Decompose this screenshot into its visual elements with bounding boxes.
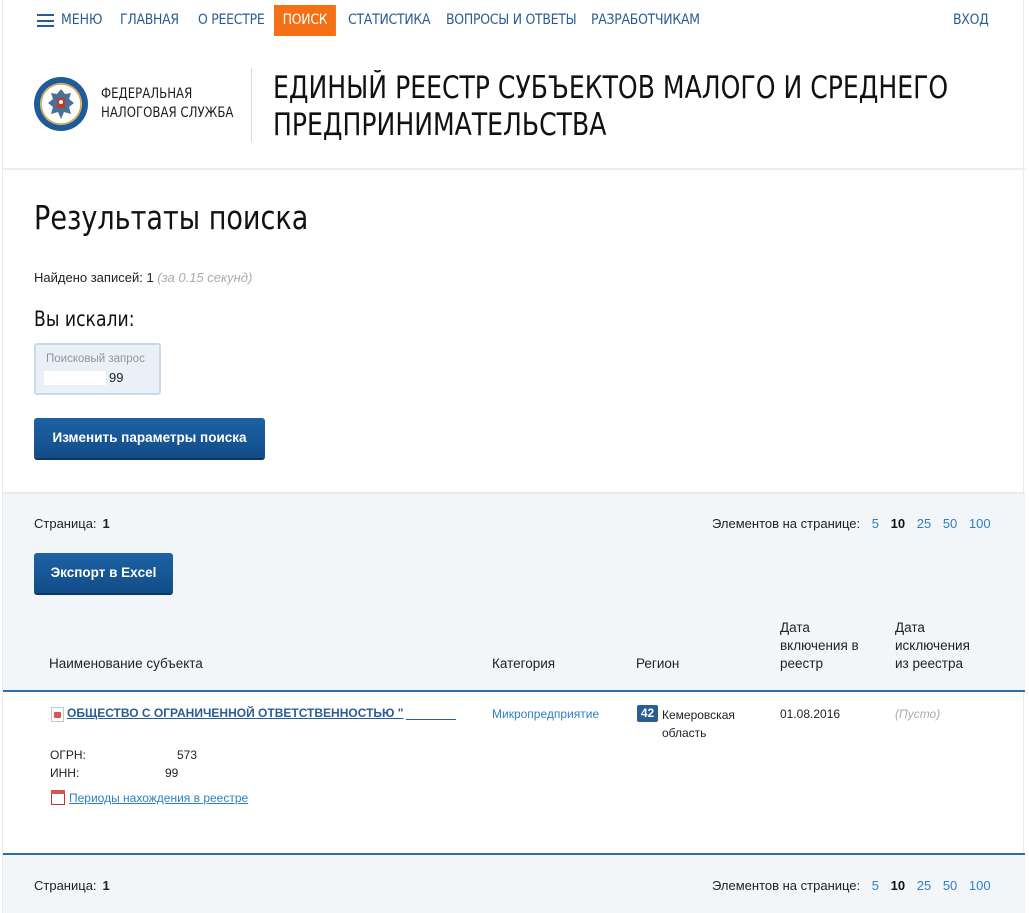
company-name-underline [406,719,456,720]
query-value: 99 [109,370,124,385]
nav-item-main[interactable]: Главная [120,5,179,36]
nav-item-search[interactable]: Поиск [274,5,337,36]
column-header-date-out[interactable]: Дата исключения из реестра [895,619,970,673]
company-name-link[interactable]: ОБЩЕСТВО С ОГРАНИЧЕННОЙ ОТВЕТСТВЕННОСТЬЮ… [67,706,403,720]
found-records: Найдено записей: 1 (за 0.15 секунд) [34,270,252,285]
per-page-option-50-bottom[interactable]: 50 [943,878,957,893]
page-title: Результаты поиска [34,198,309,237]
found-count: 1 [146,270,154,285]
pager-top: Страница: 1 [34,516,110,531]
agency-name: Федеральная налоговая служба [101,85,233,123]
per-page-label: Элементов на странице: [712,516,861,531]
search-query-chip: Поисковый запрос 99 [34,343,161,395]
per-page-bottom: Элементов на странице: 5 10 25 50 100 [712,878,991,893]
date-in-line3: реестр [780,656,823,671]
per-page-option-100[interactable]: 100 [969,516,991,531]
search-time: (за 0.15 секунд) [157,270,253,285]
menu-label: Меню [61,12,103,28]
per-page-label-bottom: Элементов на странице: [712,878,861,893]
page-number: 1 [102,516,110,531]
category-link[interactable]: Микропредприятие [492,707,599,721]
region-name: Кемеровская область [662,708,735,740]
page-number-bottom: 1 [102,878,110,893]
header-divider [251,68,252,142]
per-page-option-100-bottom[interactable]: 100 [969,878,991,893]
column-header-region[interactable]: Регион [636,655,679,673]
per-page-top: Элементов на странице: 5 10 25 50 100 [712,516,991,531]
date-out-line2: исключения [895,638,970,653]
top-navigation: Меню Главная О реестре Поиск Статистика … [3,0,1025,40]
ogrn-value: 573 [177,748,198,762]
ogrn-label: ОГРН: [50,748,86,762]
agency-name-line2: налоговая служба [101,105,234,121]
calendar-icon [51,790,65,805]
per-page-option-5[interactable]: 5 [872,516,879,531]
site-title-line1: Единый реестр субъектов малого и среднег… [273,70,949,106]
per-page-option-10-bottom: 10 [890,878,906,893]
change-search-params-button[interactable]: Изменить параметры поиска [34,418,265,458]
column-header-category[interactable]: Категория [492,655,555,673]
inn-value: 99 [165,766,179,780]
site-header: Федеральная налоговая служба Единый реес… [3,40,1025,170]
nav-item-developers[interactable]: Разработчикам [591,5,700,36]
fns-emblem-logo[interactable] [33,76,89,132]
ogrn-redaction [123,748,175,761]
per-page-option-25[interactable]: 25 [917,516,931,531]
date-in-line2: включения в [780,638,859,653]
site-title-line2: предпринимательства [273,107,607,143]
inn-redaction [113,766,163,779]
column-header-date-in[interactable]: Дата включения в реестр [780,619,859,673]
registry-periods-link[interactable]: Периоды нахождения в реестре [69,791,248,805]
per-page-option-10: 10 [890,516,906,531]
found-label: Найдено записей: [34,270,143,285]
site-title: Единый реестр субъектов малого и среднег… [273,70,948,144]
per-page-option-50[interactable]: 50 [943,516,957,531]
hamburger-icon [37,14,54,27]
company-name-redaction [406,704,456,717]
per-page-option-5-bottom[interactable]: 5 [872,878,879,893]
agency-name-line1: Федеральная [101,86,193,102]
page-label-bottom: Страница: [34,878,97,893]
date-excluded: (Пусто) [895,707,941,721]
document-icon [51,707,64,722]
region-code-badge: 42 [637,705,658,722]
pager-bottom: Страница: 1 [34,878,110,893]
nav-item-faq[interactable]: Вопросы и ответы [446,5,577,36]
date-included: 01.08.2016 [780,707,841,721]
query-label: Поисковый запрос [46,353,145,365]
nav-item-about[interactable]: О реестре [198,5,265,36]
page-label: Страница: [34,516,97,531]
date-out-line3: из реестра [895,656,963,671]
login-link[interactable]: Вход [953,5,989,36]
inn-label: ИНН: [50,766,80,780]
query-redaction [44,371,106,385]
per-page-option-25-bottom[interactable]: 25 [917,878,931,893]
date-in-line1: Дата [780,620,810,635]
date-out-line1: Дата [895,620,925,635]
export-excel-button[interactable]: Экспорт в Excel [34,553,173,593]
column-header-name[interactable]: Наименование субъекта [49,655,203,673]
nav-item-statistics[interactable]: Статистика [348,5,431,36]
table-header-divider [3,690,1025,692]
you-searched-heading: Вы искали: [34,307,135,331]
page-frame: Меню Главная О реестре Поиск Статистика … [2,0,1025,913]
